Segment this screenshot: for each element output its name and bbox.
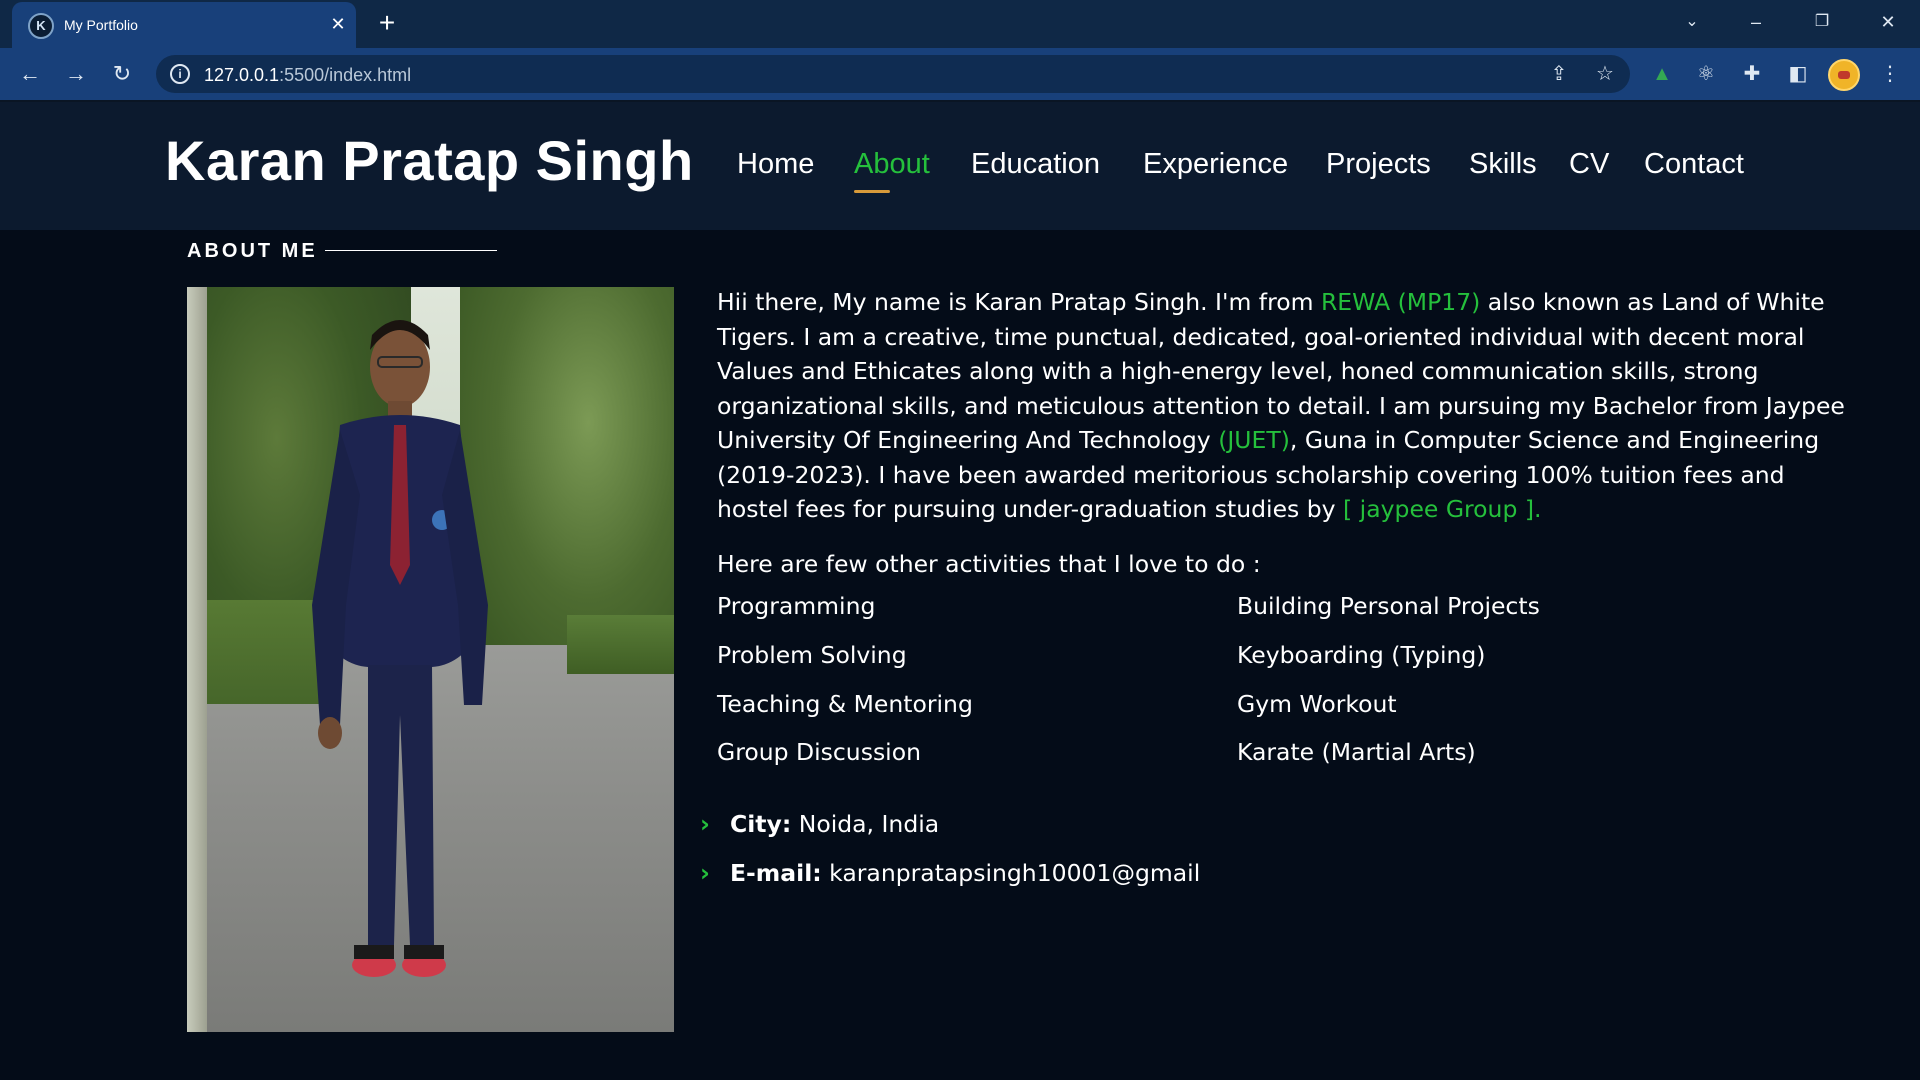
activities-intro: Here are few other activities that I lov…	[717, 550, 1261, 578]
info-email: › E-mail: karanpratapsingh10001@gmail	[700, 859, 1201, 887]
nav-skills[interactable]: Skills	[1469, 148, 1537, 181]
site-brand[interactable]: Karan Pratap Singh	[165, 128, 694, 193]
nav-cv[interactable]: CV	[1569, 148, 1609, 181]
new-tab-icon[interactable]: +	[372, 8, 402, 38]
activity-item: Group Discussion	[717, 738, 921, 766]
menu-icon[interactable]: ⋮	[1874, 58, 1906, 90]
activity-item: Building Personal Projects	[1237, 592, 1540, 620]
profile-avatar[interactable]	[1828, 59, 1860, 91]
person-silhouette	[312, 320, 488, 977]
section-title: ABOUT ME	[187, 240, 318, 262]
side-panel-icon[interactable]: ◧	[1782, 58, 1814, 90]
highlight-juet: (JUET)	[1218, 426, 1290, 454]
tab-search-icon[interactable]: ⌄	[1668, 6, 1716, 38]
close-tab-icon[interactable]: ✕	[326, 12, 350, 36]
google-drive-icon[interactable]: ▲	[1646, 58, 1678, 90]
activity-item: Teaching & Mentoring	[717, 690, 973, 718]
activity-item: Karate (Martial Arts)	[1237, 738, 1476, 766]
site-info-icon[interactable]: i	[170, 64, 190, 84]
bookmark-star-icon[interactable]: ☆	[1592, 61, 1618, 87]
favicon-icon: K	[28, 13, 54, 39]
paragraph-line: Values and Ethicates along with a high-e…	[717, 357, 1759, 385]
highlight-rewa: REWA (MP17)	[1320, 288, 1481, 316]
nav-education[interactable]: Education	[971, 148, 1100, 181]
activity-item: Programming	[717, 592, 876, 620]
highlight-jaypee-group: [ jaypee Group ].	[1343, 495, 1542, 523]
close-window-icon[interactable]: ✕	[1864, 6, 1912, 38]
react-devtools-icon[interactable]: ⚛	[1690, 58, 1722, 90]
forward-icon[interactable]: →	[60, 58, 92, 90]
reload-icon[interactable]: ↻	[106, 58, 138, 90]
paragraph-line: Tigers. I am a creative, time punctual, …	[717, 322, 1805, 351]
url-text[interactable]: 127.0.0.1:5500/index.html	[204, 65, 411, 86]
minimize-icon[interactable]: –	[1732, 6, 1780, 38]
paragraph-line: organizational skills, and meticulous at…	[717, 391, 1845, 420]
share-icon[interactable]: ⇪	[1546, 61, 1572, 87]
site-header: Karan Pratap Singh Home About Education …	[0, 100, 1920, 230]
browser-tab[interactable]: K My Portfolio ✕	[12, 2, 356, 50]
section-title-line	[325, 250, 497, 251]
browser-toolbar: ← → ↻ i 127.0.0.1:5500/index.html ⇪ ☆ ▲ …	[0, 48, 1920, 100]
activity-item: Problem Solving	[717, 641, 907, 669]
info-city: › City: Noida, India	[700, 810, 940, 838]
paragraph-line: University Of Engineering And Technology…	[717, 426, 1820, 454]
profile-photo	[187, 287, 674, 1032]
paragraph-line: (2019-2023). I have been awarded meritor…	[717, 460, 1785, 489]
nav-projects[interactable]: Projects	[1326, 148, 1431, 181]
nav-contact[interactable]: Contact	[1644, 148, 1744, 181]
restore-icon[interactable]: ❐	[1798, 6, 1846, 38]
active-nav-underline	[854, 190, 890, 193]
extensions-icon[interactable]: ✚	[1736, 58, 1768, 90]
chevron-right-icon: ›	[700, 859, 710, 887]
nav-home[interactable]: Home	[737, 148, 814, 181]
chevron-right-icon: ›	[700, 810, 710, 838]
address-bar[interactable]: i 127.0.0.1:5500/index.html ⇪ ☆	[156, 55, 1630, 93]
activity-item: Gym Workout	[1237, 690, 1397, 718]
back-icon[interactable]: ←	[14, 58, 46, 90]
nav-experience[interactable]: Experience	[1143, 148, 1288, 181]
paragraph-line: Hii there, My name is Karan Pratap Singh…	[717, 288, 1825, 316]
activity-item: Keyboarding (Typing)	[1237, 641, 1486, 669]
browser-tab-strip: K My Portfolio ✕ + ⌄ – ❐ ✕	[0, 0, 1920, 50]
nav-about[interactable]: About	[854, 148, 930, 181]
tab-title: My Portfolio	[64, 17, 138, 33]
paragraph-line: hostel fees for pursuing under-graduatio…	[717, 495, 1542, 523]
